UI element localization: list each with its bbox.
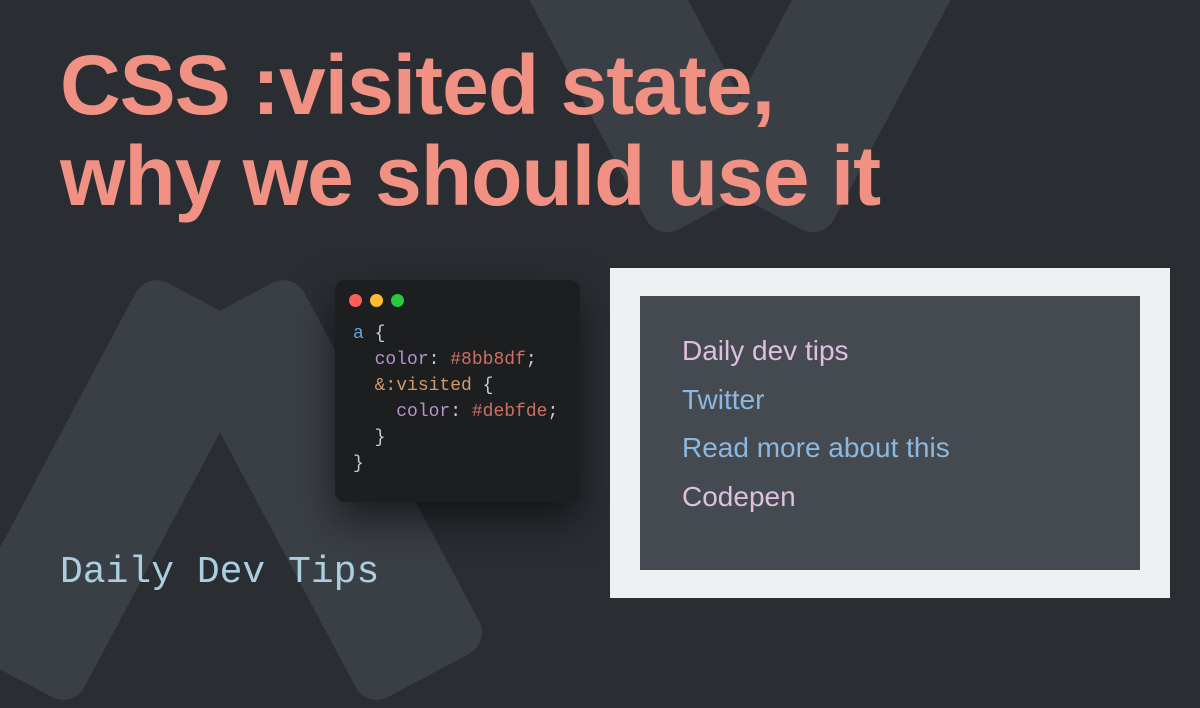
title-line-1: CSS :visited state, xyxy=(60,38,774,132)
code-editor-window: a { color: #8bb8df; &:visited { color: #… xyxy=(335,280,580,502)
window-traffic-lights xyxy=(335,280,580,317)
token-value-2: #debfde xyxy=(472,402,548,422)
token-colon-2: : xyxy=(450,402,472,422)
preview-frame: Daily dev tips Twitter Read more about t… xyxy=(610,268,1170,598)
token-nest-brace-close: } xyxy=(375,428,386,448)
token-amp: & xyxy=(375,376,386,396)
token-colon-1: : xyxy=(429,350,451,370)
token-semi-1: ; xyxy=(526,350,537,370)
site-brand: Daily Dev Tips xyxy=(60,551,379,594)
token-property-color-1: color xyxy=(375,350,429,370)
link-twitter[interactable]: Twitter xyxy=(682,383,1098,417)
maximize-icon[interactable] xyxy=(391,294,404,307)
token-value-1: #8bb8df xyxy=(450,350,526,370)
title-line-2: why we should use it xyxy=(60,129,880,223)
preview-inner: Daily dev tips Twitter Read more about t… xyxy=(640,296,1140,570)
token-brace-close: } xyxy=(353,454,364,474)
code-block: a { color: #8bb8df; &:visited { color: #… xyxy=(335,317,580,486)
token-pseudo: :visited xyxy=(385,376,471,396)
page-title: CSS :visited state, why we should use it xyxy=(60,40,880,221)
close-icon[interactable] xyxy=(349,294,362,307)
minimize-icon[interactable] xyxy=(370,294,383,307)
link-read-more[interactable]: Read more about this xyxy=(682,431,1098,465)
token-nest-brace-open: { xyxy=(472,376,494,396)
token-selector: a xyxy=(353,324,364,344)
token-property-color-2: color xyxy=(396,402,450,422)
link-daily-dev-tips[interactable]: Daily dev tips xyxy=(682,334,1098,368)
token-brace-open: { xyxy=(364,324,386,344)
token-semi-2: ; xyxy=(547,402,558,422)
link-codepen[interactable]: Codepen xyxy=(682,480,1098,514)
